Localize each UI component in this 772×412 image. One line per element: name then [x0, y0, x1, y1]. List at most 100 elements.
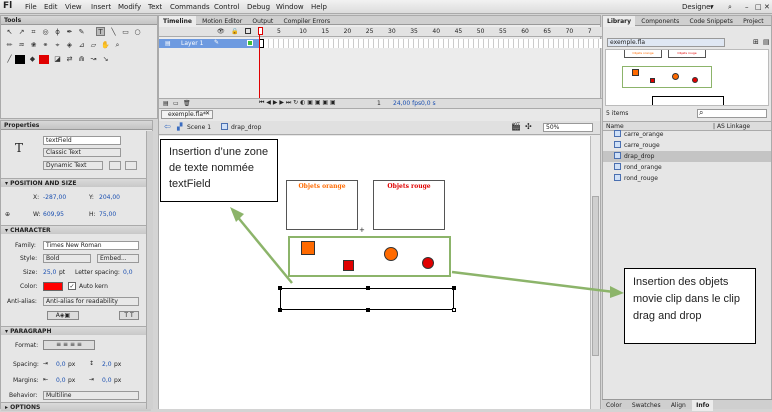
handle[interactable] [452, 286, 456, 290]
fill-color-icon[interactable]: ◆ [28, 55, 37, 64]
hand-tool-icon[interactable]: ✋ [101, 41, 110, 50]
section-character[interactable]: ▾ CHARACTER [1, 225, 151, 234]
zoom-select[interactable]: 50% [543, 123, 593, 132]
playhead-handle[interactable] [258, 27, 263, 35]
textfield-box[interactable] [280, 288, 454, 310]
text-tool-icon[interactable]: T [96, 27, 105, 36]
eraser-icon[interactable]: ▱ [89, 41, 98, 50]
menu-text[interactable]: Text [148, 3, 162, 11]
new-folder-icon[interactable]: ▭ [173, 100, 179, 107]
transform-tool-icon[interactable]: ⌗ [29, 28, 38, 37]
3d-rotation-icon[interactable]: ◎ [41, 28, 50, 37]
bone-tool-icon[interactable]: ⚭ [41, 41, 50, 50]
lock-icon[interactable]: 🔒 [231, 28, 238, 35]
breadcrumb-clip[interactable]: drap_drop [231, 124, 261, 131]
library-item-rond-orange[interactable]: rond_orange [614, 163, 662, 173]
red-circle[interactable] [422, 257, 434, 269]
anti-alias-select[interactable]: Anti-alias for readability [43, 297, 139, 306]
tab-timeline[interactable]: Timeline [159, 16, 196, 27]
frame-cells[interactable] [259, 39, 602, 48]
right-margin-value[interactable]: 0,0 [102, 377, 112, 384]
straighten-icon[interactable]: ↘ [101, 55, 110, 64]
tab-code-snippets[interactable]: Code Snippets [686, 16, 737, 27]
w-value[interactable]: 609,95 [43, 211, 64, 218]
orange-square[interactable] [301, 241, 315, 255]
tab-compiler-errors[interactable]: Compiler Errors [280, 16, 335, 27]
letter-spacing-value[interactable]: 0,0 [123, 269, 133, 276]
handle[interactable] [278, 308, 282, 312]
library-item-carre-orange[interactable]: carre_orange [614, 130, 663, 140]
red-square[interactable] [343, 260, 354, 271]
line-spacing-value[interactable]: 2,0 [102, 361, 112, 368]
new-layer-icon[interactable]: ▤ [163, 100, 169, 107]
minimize-icon[interactable]: – [745, 3, 749, 11]
edit-scene-icon[interactable]: 🎬 [511, 122, 521, 131]
delete-layer-icon[interactable]: 🗑 [183, 100, 191, 107]
fill-color-swatch[interactable] [39, 55, 49, 64]
chevron-down-icon[interactable]: ▾ [710, 3, 714, 11]
section-paragraph[interactable]: ▾ PARAGRAPH [1, 326, 151, 335]
black-white-icon[interactable]: ◪ [53, 55, 62, 64]
swap-colors-icon[interactable]: ⇄ [65, 55, 74, 64]
close-tab-icon[interactable]: ✕ [205, 110, 210, 117]
text-engine-select[interactable]: Classic Text [43, 148, 121, 157]
frame-rate[interactable]: 24,00 fps [393, 100, 421, 107]
library-item-carre-rouge[interactable]: carre_rouge [614, 141, 660, 151]
selectable-html-border-icons[interactable]: A◈▣ [47, 311, 79, 320]
smooth-icon[interactable]: ↝ [89, 55, 98, 64]
tab-components[interactable]: Components [637, 16, 683, 27]
menu-modify[interactable]: Modify [118, 3, 141, 11]
tab-swatches[interactable]: Swatches [628, 400, 665, 411]
handle[interactable] [366, 308, 370, 312]
stroke-color-icon[interactable]: ╱ [5, 55, 14, 64]
left-margin-value[interactable]: 0,0 [56, 377, 66, 384]
deco-tool-icon[interactable]: ❀ [29, 41, 38, 50]
menu-insert[interactable]: Insert [91, 3, 111, 11]
font-style-select[interactable]: Bold [43, 254, 91, 263]
align-buttons[interactable]: ≡ ≡ ≡ ≡ [43, 340, 95, 350]
menu-view[interactable]: View [65, 3, 82, 11]
new-library-icon[interactable]: ▤ [763, 38, 770, 46]
superscript-icon[interactable]: T T [119, 311, 139, 320]
playback-controls[interactable]: ⏮ ◀ ▶ ▶ ⏭ ↻ ◐ ▣ ▣ ▣ ▣ [259, 99, 336, 107]
snap-icon[interactable]: ⋒ [77, 55, 86, 64]
checkbox-icon[interactable]: ✓ [68, 282, 76, 290]
pencil-tool-icon[interactable]: ✏ [5, 41, 14, 50]
embed-button[interactable]: Embed... [97, 254, 139, 263]
menu-help[interactable]: Help [311, 3, 327, 11]
box-orange[interactable]: Objets orange [286, 180, 358, 230]
lasso-tool-icon[interactable]: ϕ [53, 28, 62, 37]
library-item-drap-drop[interactable]: drap_drop [614, 152, 654, 162]
outline-icon[interactable] [245, 28, 251, 34]
tab-info[interactable]: Info [692, 400, 714, 411]
tab-align[interactable]: Align [667, 400, 690, 411]
tab-output[interactable]: Output [248, 16, 277, 27]
menu-window[interactable]: Window [276, 3, 304, 11]
pin-icon[interactable]: ⊞ [753, 38, 759, 46]
tab-color[interactable]: Color [602, 400, 626, 411]
maximize-icon[interactable]: □ [755, 3, 762, 11]
stroke-color-swatch[interactable] [15, 55, 25, 64]
font-family-select[interactable]: Times New Roman [43, 241, 139, 250]
scroll-thumb[interactable] [592, 196, 599, 356]
box-red[interactable]: Objets rouge [373, 180, 445, 230]
subselection-tool-icon[interactable]: ↗ [17, 28, 26, 37]
playhead[interactable] [259, 27, 260, 109]
h-value[interactable]: 75,00 [99, 211, 116, 218]
handle[interactable] [366, 286, 370, 290]
flow-icon[interactable] [125, 161, 137, 170]
x-value[interactable]: -287,00 [43, 194, 66, 201]
menu-debug[interactable]: Debug [247, 3, 270, 11]
eyedropper-icon[interactable]: ⊿ [77, 41, 86, 50]
y-value[interactable]: 204,00 [99, 194, 120, 201]
column-name[interactable]: Name [606, 123, 624, 130]
selection-tool-icon[interactable]: ↖ [5, 28, 14, 37]
menu-file[interactable]: File [25, 3, 37, 11]
back-arrow-icon[interactable]: ⇦ [164, 122, 171, 131]
paint-bucket-icon[interactable]: ◈ [65, 41, 74, 50]
layer-name[interactable]: Layer 1 [181, 40, 203, 47]
properties-scrollbar[interactable] [146, 131, 153, 409]
eye-icon[interactable]: 👁 [217, 28, 225, 35]
tab-project[interactable]: Project [739, 16, 768, 27]
section-options[interactable]: ▸ OPTIONS [1, 402, 151, 411]
